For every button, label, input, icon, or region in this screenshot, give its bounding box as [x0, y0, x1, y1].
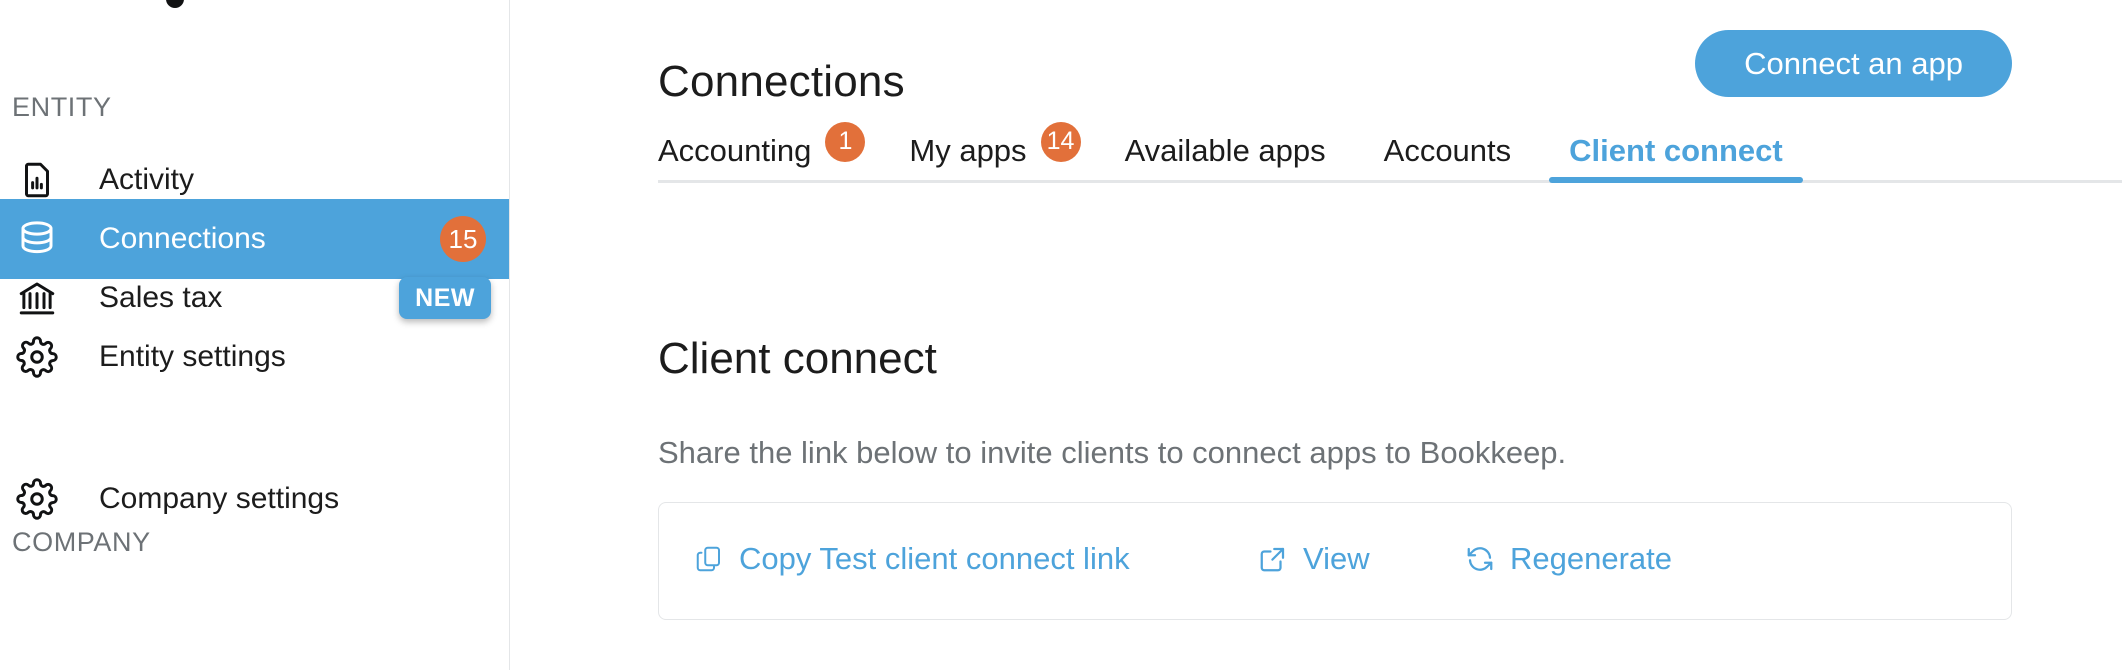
copy-icon — [693, 543, 725, 575]
copy-link-label: Copy Test client connect link — [739, 541, 1130, 576]
regenerate-link-button[interactable]: Regenerate — [1464, 541, 1672, 577]
tab-label: My apps — [909, 132, 1027, 168]
main-content: Connections Connect an app Accounting 1 … — [510, 0, 2122, 670]
tab-active-indicator — [1549, 177, 1803, 183]
external-link-icon — [1257, 543, 1289, 575]
bookkeep-logo-mark — [166, 0, 184, 8]
connect-an-app-button[interactable]: Connect an app — [1695, 30, 2012, 97]
sidebar-item-label: Activity — [99, 163, 195, 196]
app-root: ENTITY Activity Connections 15 Sales tax… — [0, 0, 2122, 670]
sidebar-item-entity-settings[interactable]: Entity settings — [0, 317, 509, 397]
gear-icon — [14, 476, 60, 522]
bank-icon — [14, 275, 60, 321]
database-icon — [14, 216, 60, 262]
gear-icon — [14, 334, 60, 380]
page-title: Connections — [658, 57, 905, 107]
tab-client-connect[interactable]: Client connect — [1569, 118, 1783, 183]
tab-badge-my-apps: 14 — [1040, 121, 1081, 162]
view-link-label: View — [1303, 541, 1370, 576]
tab-accounting[interactable]: Accounting 1 — [658, 118, 866, 183]
sidebar: ENTITY Activity Connections 15 Sales tax… — [0, 0, 510, 670]
section-description: Share the link below to invite clients t… — [658, 435, 1567, 470]
view-link-button[interactable]: View — [1257, 541, 1370, 577]
sidebar-item-label: Company settings — [99, 482, 340, 515]
sidebar-badge-connections: 15 — [440, 216, 486, 262]
tab-label: Accounts — [1383, 132, 1512, 168]
copy-client-connect-link-button[interactable]: Copy Test client connect link — [693, 541, 1130, 577]
tab-bar: Accounting 1 My apps 14 Available apps A… — [658, 118, 2122, 183]
tab-label: Available apps — [1124, 132, 1326, 168]
sidebar-badge-new: NEW — [399, 277, 491, 319]
regenerate-link-label: Regenerate — [1510, 541, 1673, 576]
client-connect-link-card: Copy Test client connect link View Regen… — [658, 502, 2012, 620]
tab-label: Client connect — [1569, 132, 1783, 168]
sidebar-item-label: Sales tax — [99, 281, 223, 314]
tab-label: Accounting — [658, 132, 812, 168]
sidebar-item-label: Entity settings — [99, 340, 286, 373]
sidebar-section-label-entity: ENTITY — [12, 92, 112, 122]
sidebar-item-company-settings[interactable]: Company settings — [0, 459, 509, 539]
section-heading: Client connect — [658, 333, 937, 383]
sidebar-item-label: Connections — [99, 222, 266, 255]
tab-badge-accounting: 1 — [825, 121, 866, 162]
tab-bar-divider — [658, 180, 2122, 183]
tab-available-apps[interactable]: Available apps — [1125, 118, 1326, 183]
tab-accounts[interactable]: Accounts — [1384, 118, 1512, 183]
document-chart-icon — [14, 157, 60, 203]
refresh-icon — [1464, 543, 1496, 575]
tab-my-apps[interactable]: My apps 14 — [909, 118, 1081, 183]
